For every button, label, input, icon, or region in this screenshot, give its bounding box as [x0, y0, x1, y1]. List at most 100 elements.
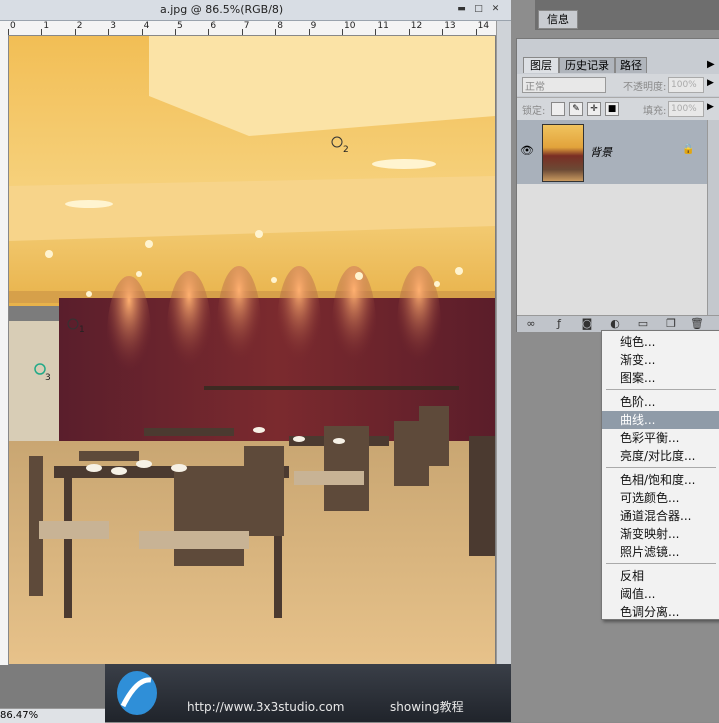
- info-panel: 信息: [535, 0, 719, 30]
- menu-item-curves[interactable]: 曲线...: [602, 411, 719, 429]
- tab-history[interactable]: 历史记录: [559, 57, 615, 73]
- layers-scrollbar[interactable]: [707, 120, 719, 315]
- ruler-tick: [408, 29, 410, 35]
- menu-separator: [606, 389, 716, 390]
- lock-label: 锁定:: [522, 106, 546, 117]
- ruler-tick-label: 6: [210, 21, 217, 31]
- ruler-tick: [175, 29, 176, 35]
- zoom-level[interactable]: 86.47%: [0, 710, 38, 721]
- menu-item-threshold[interactable]: 阈值...: [602, 585, 719, 603]
- blend-mode-select[interactable]: 正常: [522, 77, 606, 93]
- ruler-tick-label: 1: [43, 21, 50, 31]
- color-sampler-3: 3: [45, 373, 51, 383]
- menu-item-selective-color[interactable]: 可选颜色...: [602, 489, 719, 507]
- document-title: a.jpg @ 86.5%(RGB/8): [160, 3, 284, 16]
- ruler-tick-label: 13: [444, 21, 456, 31]
- document-title-bar[interactable]: a.jpg @ 86.5%(RGB/8) ▬ □ ✕: [0, 0, 511, 21]
- opacity-input[interactable]: 100%: [668, 77, 704, 93]
- tab-paths[interactable]: 路径: [615, 57, 647, 73]
- ruler-tick: [442, 29, 444, 35]
- layer-row[interactable]: 👁 背景 🔒: [517, 120, 707, 184]
- menu-item-photo-filter[interactable]: 照片滤镜...: [602, 543, 719, 561]
- ruler-tick-label: 14: [477, 21, 490, 31]
- link-layers-icon[interactable]: ∞: [523, 317, 539, 330]
- menu-item-color-balance[interactable]: 色彩平衡...: [602, 429, 719, 447]
- menu-item-levels[interactable]: 色阶...: [602, 393, 719, 411]
- ruler-tick: [41, 29, 43, 35]
- status-bar: 86.47%: [0, 708, 105, 723]
- ruler-tick-label: 4: [143, 21, 150, 31]
- new-layer-icon[interactable]: ❐: [663, 317, 679, 330]
- banner-tagline: showing教程: [390, 700, 464, 714]
- menu-separator: [606, 563, 716, 564]
- layers-panel: 图层 历史记录 路径 ▶ 正常 不透明度: 100% ▶ 锁定: ✎ ✛ ■ 填…: [516, 38, 719, 332]
- close-icon[interactable]: ✕: [490, 4, 501, 15]
- restaurant-photo[interactable]: 1 2 3: [9, 36, 495, 664]
- panel-menu-icon[interactable]: ▶: [707, 59, 715, 70]
- ruler-tick: [375, 29, 377, 35]
- vertical-ruler: [0, 35, 9, 665]
- menu-item-solid-color[interactable]: 纯色...: [602, 333, 719, 351]
- layer-lock-icon: 🔒: [682, 144, 695, 155]
- tab-info[interactable]: 信息: [538, 10, 578, 29]
- ruler-tick: [141, 29, 143, 35]
- ruler-tick-label: 11: [377, 21, 389, 31]
- ruler-tick: [275, 29, 277, 35]
- ruler-tick: [342, 29, 343, 35]
- eye-icon[interactable]: 👁: [519, 144, 535, 160]
- ruler-tick-label: 10: [344, 21, 356, 31]
- menu-separator: [606, 467, 716, 468]
- menu-item-channel-mixer[interactable]: 通道混合器...: [602, 507, 719, 525]
- opacity-slider-icon[interactable]: ▶: [707, 78, 714, 88]
- adjustment-layer-menu: 纯色... 渐变... 图案... 色阶... 曲线... 色彩平衡... 亮度…: [601, 330, 719, 620]
- document-scrollbar[interactable]: [496, 21, 512, 665]
- menu-item-hue-saturation[interactable]: 色相/饱和度...: [602, 471, 719, 489]
- ruler-tick-label: 3: [110, 21, 116, 31]
- layer-mask-icon[interactable]: ◙: [579, 317, 595, 330]
- ruler-tick-label: 5: [177, 21, 183, 31]
- menu-item-posterize[interactable]: 色调分离...: [602, 603, 719, 621]
- menu-item-pattern[interactable]: 图案...: [602, 369, 719, 387]
- minimize-icon[interactable]: ▬: [456, 4, 467, 15]
- opacity-label: 不透明度:: [623, 82, 667, 93]
- layers-list: 👁 背景 🔒: [517, 120, 707, 315]
- fill-slider-icon[interactable]: ▶: [707, 102, 714, 112]
- menu-item-gradient-map[interactable]: 渐变映射...: [602, 525, 719, 543]
- banner-url: http://www.3x3studio.com: [187, 700, 345, 714]
- color-sampler-1: 1: [79, 325, 85, 335]
- studio-logo-icon: [117, 671, 157, 715]
- ruler-tick-label: 7: [243, 21, 250, 31]
- document-window: a.jpg @ 86.5%(RGB/8) ▬ □ ✕ 0 1 2 3 4 5 6 7 8 9 10 1…: [0, 0, 512, 722]
- ruler-tick: [108, 29, 110, 35]
- menu-item-gradient[interactable]: 渐变...: [602, 351, 719, 369]
- lock-position-icon[interactable]: ✛: [587, 102, 601, 116]
- ruler-tick: [308, 29, 310, 35]
- ruler-tick-label: 8: [277, 21, 283, 31]
- ruler-tick-label: 9: [310, 21, 317, 31]
- new-group-icon[interactable]: ▭: [635, 317, 651, 330]
- lock-transparency-icon[interactable]: [551, 102, 565, 116]
- layer-style-icon[interactable]: ƒ: [551, 317, 567, 330]
- ruler-tick-label: 2: [76, 21, 83, 31]
- layer-name[interactable]: 背景: [590, 144, 612, 160]
- ruler-tick: [208, 29, 210, 35]
- lock-row: 锁定: ✎ ✛ ■ 填充: 100% ▶: [517, 97, 719, 120]
- lock-image-icon[interactable]: ✎: [569, 102, 583, 116]
- ruler-tick: [241, 29, 243, 35]
- ruler-tick: [74, 29, 76, 35]
- tab-layers[interactable]: 图层: [523, 57, 559, 73]
- menu-item-invert[interactable]: 反相: [602, 567, 719, 585]
- fill-label: 填充:: [643, 106, 667, 117]
- delete-layer-icon[interactable]: 🗑: [689, 317, 705, 330]
- ruler-tick-label: 0: [10, 21, 16, 31]
- maximize-icon[interactable]: □: [473, 4, 484, 15]
- adjustment-layer-icon[interactable]: ◐: [607, 317, 623, 330]
- fill-input[interactable]: 100%: [668, 101, 704, 117]
- lock-all-icon[interactable]: ■: [605, 102, 619, 116]
- ruler-tick-label: 12: [410, 21, 423, 31]
- color-sampler-2: 2: [343, 145, 349, 155]
- ruler-tick: [475, 29, 477, 35]
- blend-row: 正常 不透明度: 100% ▶: [517, 74, 719, 96]
- layer-thumbnail: [542, 124, 584, 182]
- menu-item-brightness-contrast[interactable]: 亮度/对比度...: [602, 447, 719, 465]
